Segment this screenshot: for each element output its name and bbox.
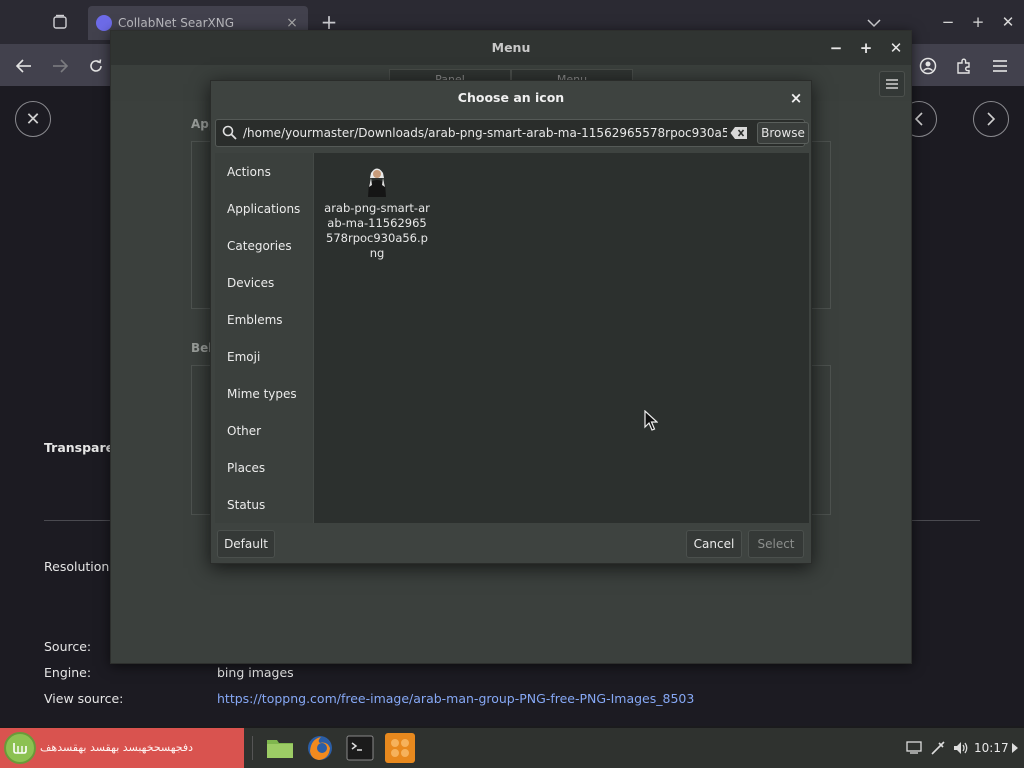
browser-tab-title: CollabNet SearXNG bbox=[118, 16, 235, 30]
category-other[interactable]: Other bbox=[227, 424, 261, 438]
terminal-icon[interactable] bbox=[345, 733, 375, 763]
taskbar: دفجهسحخهبسد بهقسد بهقسدهف 10:17 bbox=[0, 728, 1024, 768]
browse-button[interactable]: Browse bbox=[757, 122, 809, 144]
engine-label: Engine: bbox=[44, 665, 92, 680]
menu-hamburger-icon[interactable] bbox=[879, 71, 905, 97]
extensions-icon[interactable] bbox=[950, 52, 978, 80]
tab-close-icon[interactable]: × bbox=[282, 15, 302, 31]
app-menu-icon[interactable] bbox=[986, 52, 1014, 80]
category-emblems[interactable]: Emblems bbox=[227, 313, 283, 327]
icon-search-field[interactable]: /home/yourmaster/Downloads/arab-png-smar… bbox=[215, 119, 809, 147]
file-manager-icon[interactable] bbox=[265, 733, 295, 763]
category-emoji[interactable]: Emoji bbox=[227, 350, 260, 364]
choose-icon-dialog: Choose an icon × /home/yourmaster/Downlo… bbox=[210, 80, 812, 564]
volume-tray-icon[interactable] bbox=[952, 740, 970, 758]
firefox-icon[interactable] bbox=[305, 733, 335, 763]
icon-category-list: Actions Applications Categories Devices … bbox=[215, 153, 313, 523]
tab-overview-icon[interactable] bbox=[44, 8, 76, 36]
source-label: Source: bbox=[44, 639, 92, 654]
browser-close-button[interactable]: ✕ bbox=[998, 12, 1018, 32]
search-icon bbox=[222, 125, 237, 140]
clear-text-icon[interactable] bbox=[730, 126, 748, 140]
cancel-button[interactable]: Cancel bbox=[686, 530, 742, 558]
icon-grid: arab-png-smart-arab-ma-11562965578rpoc93… bbox=[313, 153, 809, 523]
dialog-title: Choose an icon bbox=[457, 90, 565, 105]
mouse-pointer-icon bbox=[644, 410, 658, 432]
arab-man-thumbnail-icon bbox=[363, 163, 391, 197]
category-categories[interactable]: Categories bbox=[227, 239, 292, 253]
resolution-label: Resolution: bbox=[44, 559, 114, 574]
browser-minimize-button[interactable]: − bbox=[938, 12, 958, 32]
select-button[interactable]: Select bbox=[748, 530, 804, 558]
icon-grid-item[interactable]: arab-png-smart-arab-ma-11562965578rpoc93… bbox=[324, 163, 430, 261]
next-image-icon[interactable] bbox=[973, 101, 1009, 137]
start-menu-label: دفجهسحخهبسد بهقسد بهقسدهف bbox=[40, 741, 194, 754]
menu-maximize-button[interactable]: + bbox=[857, 39, 875, 57]
search-input[interactable]: /home/yourmaster/Downloads/arab-png-smar… bbox=[243, 120, 727, 146]
menu-close-button[interactable]: ✕ bbox=[887, 39, 905, 57]
mint-logo-icon bbox=[4, 732, 36, 764]
category-places[interactable]: Places bbox=[227, 461, 265, 475]
account-icon[interactable] bbox=[914, 52, 942, 80]
display-tray-icon[interactable] bbox=[906, 740, 924, 758]
view-source-label: View source: bbox=[44, 691, 124, 706]
category-applications[interactable]: Applications bbox=[227, 202, 300, 216]
clock[interactable]: 10:17 bbox=[974, 728, 1009, 768]
start-menu-button[interactable]: دفجهسحخهبسد بهقسد بهقسدهف bbox=[0, 728, 244, 768]
category-devices[interactable]: Devices bbox=[227, 276, 274, 290]
category-actions[interactable]: Actions bbox=[227, 165, 271, 179]
show-desktop-icon[interactable] bbox=[1011, 743, 1019, 753]
dialog-close-icon[interactable]: × bbox=[787, 89, 805, 107]
category-status[interactable]: Status bbox=[227, 498, 265, 512]
menu-minimize-button[interactable]: − bbox=[827, 39, 845, 57]
software-center-icon[interactable] bbox=[385, 733, 415, 763]
back-arrow-icon[interactable] bbox=[10, 52, 38, 80]
close-preview-icon[interactable]: ✕ bbox=[15, 101, 51, 137]
engine-value: bing images bbox=[217, 665, 294, 680]
network-tray-icon[interactable] bbox=[930, 740, 948, 758]
searxng-favicon-icon bbox=[96, 15, 112, 31]
browser-maximize-button[interactable]: + bbox=[968, 12, 988, 32]
default-button[interactable]: Default bbox=[217, 530, 275, 558]
menu-window-title: Menu bbox=[111, 31, 911, 65]
icon-filename-label: arab-png-smart-arab-ma-11562965578rpoc93… bbox=[324, 201, 430, 260]
view-source-link[interactable]: https://toppng.com/free-image/arab-man-g… bbox=[217, 691, 694, 706]
forward-arrow-icon[interactable] bbox=[46, 52, 74, 80]
taskbar-separator bbox=[252, 736, 253, 760]
reload-icon[interactable] bbox=[82, 52, 110, 80]
category-mime-types[interactable]: Mime types bbox=[227, 387, 297, 401]
